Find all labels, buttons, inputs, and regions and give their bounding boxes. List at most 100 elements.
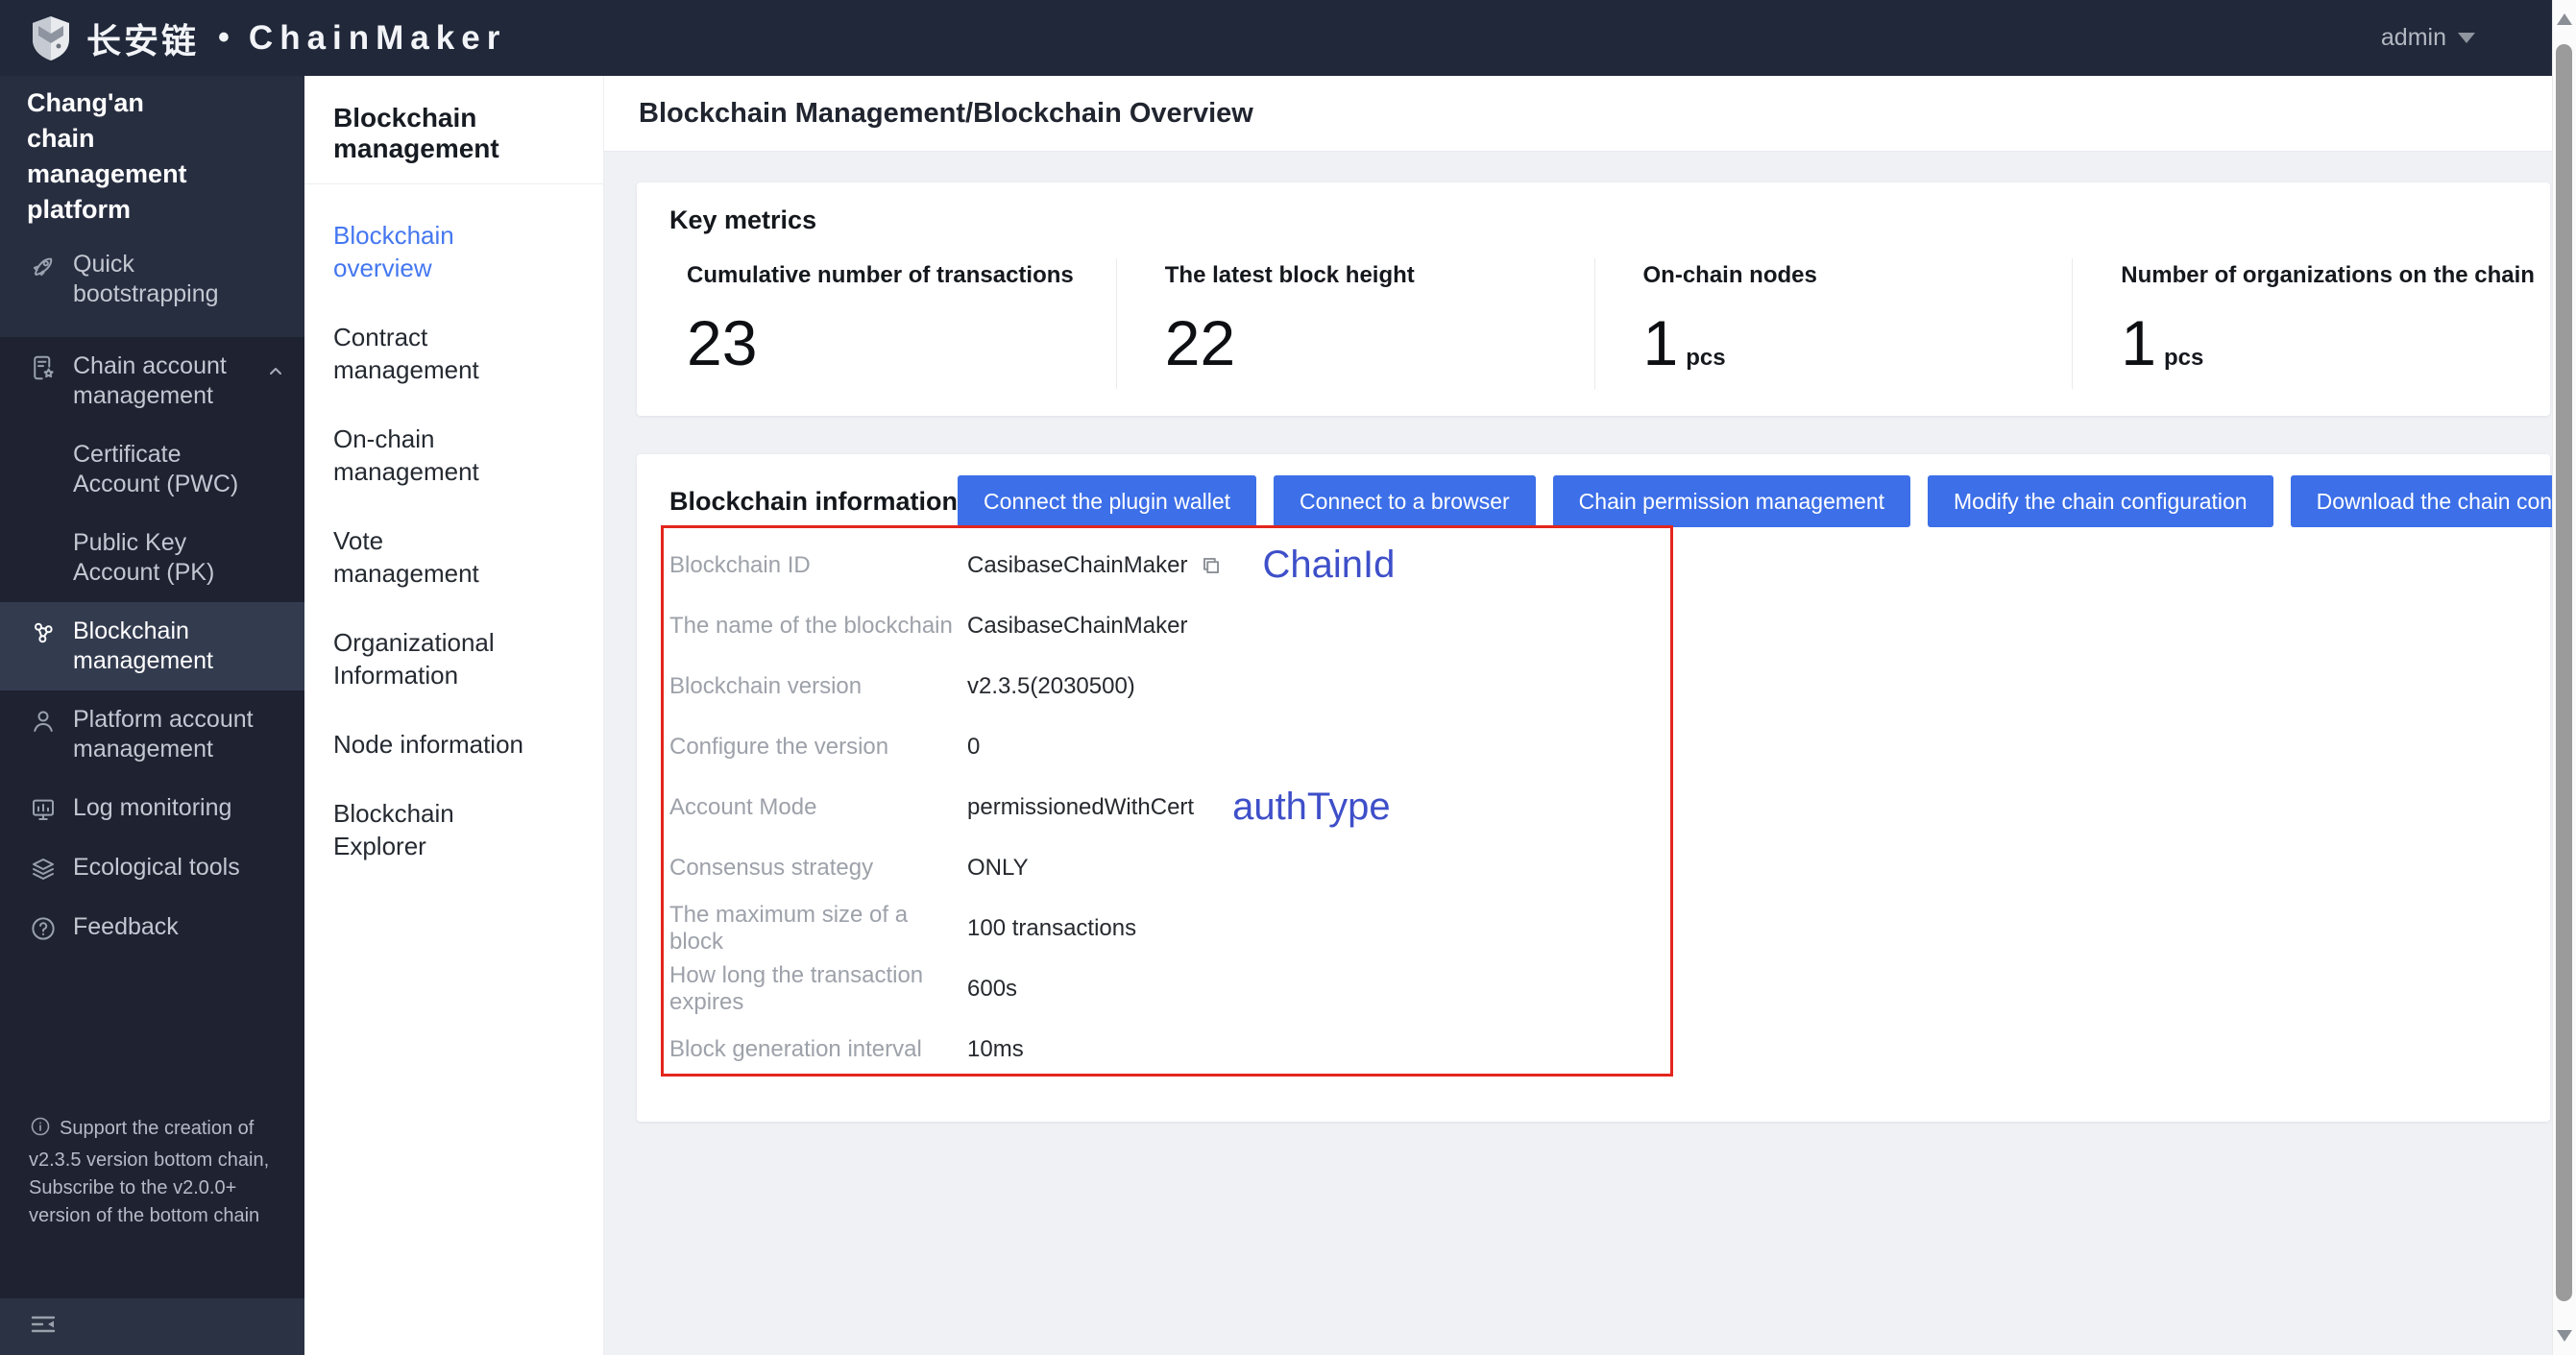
modify-chain-configuration-button[interactable]: Modify the chain configuration [1928,475,2273,527]
page-scrollbar[interactable] [2552,0,2576,1355]
connect-to-browser-button[interactable]: Connect to a browser [1274,475,1536,527]
menu-fold-icon[interactable] [29,1310,58,1343]
key-metrics-title: Key metrics [669,206,817,234]
copy-icon[interactable] [1199,553,1224,578]
info-row-label: The name of the blockchain [669,612,953,639]
authtype-annotation: authType [1232,786,1391,828]
metric-value: 23 [687,307,758,378]
subnav-item-contract-management[interactable]: Contract management [333,321,535,386]
brand-logo: 长安链 • ChainMaker [29,13,506,63]
sidebar-item-label: Feedback [73,913,179,940]
blockchain-info-rows: Blockchain ID CasibaseChainMaker ChainId [661,525,2502,1079]
monitor-chart-icon [29,795,58,824]
sidebar-item-certificate-account-pwc[interactable]: Certificate Account (PWC) [0,425,304,514]
sidebar-item-label: Ecological tools [73,854,240,881]
sidebar-item-platform-account-management[interactable]: Platform account management [0,690,304,779]
sidebar-item-label: Blockchain management [73,617,213,674]
info-row-label: Block generation interval [669,1035,922,1062]
metric-value: 1 pcs [2121,307,2204,378]
content-area: Key metrics Cumulative number of transac… [604,152,2576,1355]
question-circle-icon [29,914,58,943]
document-star-icon [29,353,58,382]
sidebar-item-label: Certificate Account (PWC) [73,441,239,497]
sidebar-footer [0,1298,304,1355]
subnav-item-node-information[interactable]: Node information [333,728,535,761]
sidebar-item-label: Platform account management [73,706,254,762]
sidebar-item-public-key-account-pk[interactable]: Public Key Account (PK) [0,514,304,602]
info-row-value: 10ms [967,1035,1024,1062]
blockchain-nodes-icon [29,618,58,647]
key-metrics-card: Key metrics Cumulative number of transac… [637,182,2550,416]
info-row-value: 100 transactions [967,914,1137,941]
metric-label: The latest block height [1164,262,1415,288]
sidebar-footnote-text: Support the creation of v2.3.5 version b… [29,1118,270,1226]
chevron-down-icon [2458,33,2475,43]
sidebar-item-quick-bootstrapping[interactable]: Quick bootstrapping [0,235,304,324]
info-icon [29,1115,52,1147]
metric-latest-block-height: The latest block height 22 [1115,258,1594,389]
chainmaker-shield-icon [29,14,73,62]
blockchain-information-card: Blockchain information Connect the plugi… [637,454,2576,1122]
rocket-icon [29,252,58,280]
metric-organizations-on-chain: Number of organizations on the chain 1 pc… [2072,258,2550,389]
metric-label: Number of organizations on the chain [2121,262,2535,288]
primary-sidebar: Chang'an chain management platform Quick… [0,76,304,1355]
subnav-item-vote-management[interactable]: Vote management [333,524,535,590]
scrollbar-thumb[interactable] [2556,44,2572,1301]
user-name: admin [2380,24,2446,51]
secondary-sidebar: Blockchain management Blockchain overvie… [304,76,604,1355]
sidebar-item-chain-account-management[interactable]: Chain account management [0,337,304,425]
info-row-label: Configure the version [669,733,889,760]
app-window: 长安链 • ChainMaker admin Chang'an chain ma… [0,0,2576,1355]
subnav-item-blockchain-overview[interactable]: Blockchain overview [333,219,535,284]
metrics-row: Cumulative number of transactions 23 The… [637,258,2550,389]
sidebar-item-feedback[interactable]: Feedback [0,898,304,957]
info-row-value: CasibaseChainMaker [967,612,1188,639]
info-row-blockchain-id: Blockchain ID CasibaseChainMaker ChainId [669,535,2502,595]
info-row-transaction-expiry: How long the transaction expires 600s [669,958,2502,1019]
chevron-up-icon [266,359,285,389]
scrollbar-up-arrow[interactable] [2557,13,2572,25]
subnav-item-on-chain-management[interactable]: On-chain management [333,423,535,488]
connect-plugin-wallet-button[interactable]: Connect the plugin wallet [958,475,1257,527]
layers-icon [29,855,58,883]
logo-text-en: ChainMaker [248,18,507,57]
top-bar: 长安链 • ChainMaker admin [0,0,2576,76]
metric-label: On-chain nodes [1642,262,1817,288]
user-menu[interactable]: admin [2381,0,2475,76]
blockchain-information-title: Blockchain information [669,486,959,516]
info-row-value: CasibaseChainMaker [967,551,1188,578]
info-row-max-block-size: The maximum size of a block 100 transact… [669,898,2502,958]
metric-unit: pcs [2163,345,2204,371]
person-icon [29,707,58,736]
metric-on-chain-nodes: On-chain nodes 1 pcs [1593,258,2073,389]
metric-unit: pcs [1686,345,1726,371]
info-row-label: Blockchain ID [669,551,811,578]
sidebar-item-label: Log monitoring [73,794,232,821]
sidebar-item-ecological-tools[interactable]: Ecological tools [0,838,304,898]
sidebar-footnote: Support the creation of v2.3.5 version b… [29,1115,280,1230]
sidebar-item-label: Public Key Account (PK) [73,529,215,586]
info-row-label: The maximum size of a block [669,901,909,955]
info-row-label: How long the transaction expires [669,961,924,1015]
subnav-item-organizational-information[interactable]: Organizational Information [333,626,535,691]
main-content: Blockchain Management/Blockchain Overvie… [604,76,2576,1355]
subnav-list: Blockchain overview Contract management … [304,184,603,862]
metric-value: 22 [1164,307,1236,378]
breadcrumb: Blockchain Management/Blockchain Overvie… [639,97,1253,129]
subnav-item-blockchain-explorer[interactable]: Blockchain Explorer [333,797,535,862]
info-row-value: 0 [967,733,981,760]
sidebar-item-log-monitoring[interactable]: Log monitoring [0,779,304,838]
scrollbar-down-arrow[interactable] [2557,1330,2572,1342]
sidebar-item-blockchain-management[interactable]: Blockchain management [0,602,304,690]
download-chain-configuration-button[interactable]: Download the chain configuration [2290,475,2576,527]
chainid-annotation: ChainId [1262,544,1396,586]
info-row-consensus-strategy: Consensus strategy ONLY [669,837,2502,898]
chain-permission-management-button[interactable]: Chain permission management [1552,475,1910,527]
info-row-blockchain-name: The name of the blockchain CasibaseChain… [669,595,2502,656]
sidebar-item-label: Chain account management [73,352,227,409]
info-row-blockchain-version: Blockchain version v2.3.5(2030500) [669,656,2502,716]
metric-label: Cumulative number of transactions [687,262,1074,288]
info-row-value: v2.3.5(2030500) [967,672,1135,699]
info-row-configure-version: Configure the version 0 [669,716,2502,777]
